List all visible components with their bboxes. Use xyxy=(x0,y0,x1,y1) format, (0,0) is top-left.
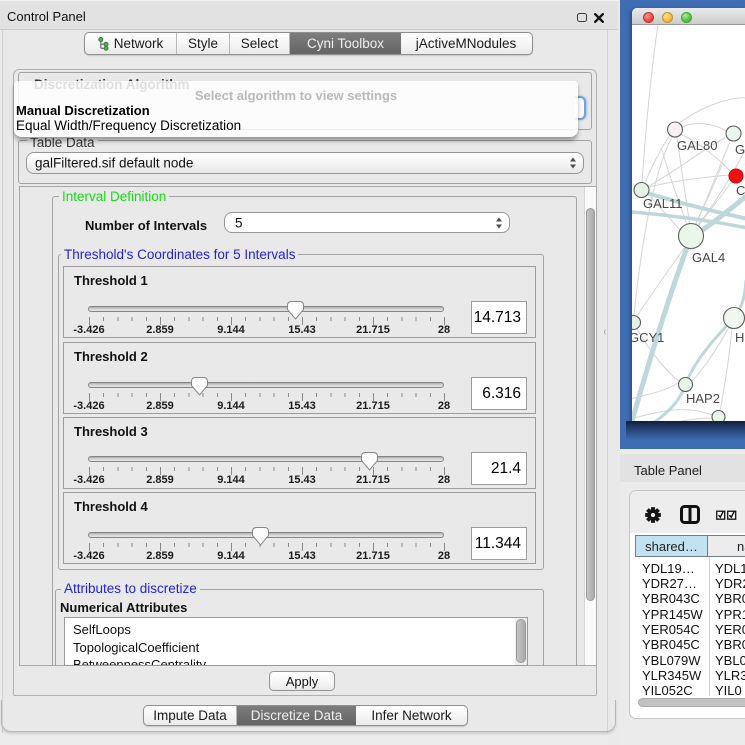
svg-text:C: C xyxy=(736,183,745,198)
svg-text:GAL11: GAL11 xyxy=(643,196,683,211)
svg-text:HAP2: HAP2 xyxy=(686,391,720,406)
svg-text:GAL4: GAL4 xyxy=(692,250,725,265)
svg-text:GA: GA xyxy=(735,142,745,157)
svg-text:GCY1: GCY1 xyxy=(632,330,664,345)
svg-text:H: H xyxy=(735,330,744,345)
svg-text:GAL80: GAL80 xyxy=(677,138,717,153)
